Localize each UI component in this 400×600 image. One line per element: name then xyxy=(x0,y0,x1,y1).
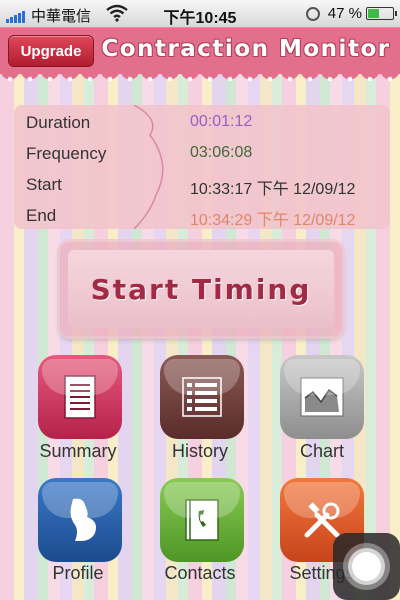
summary-button[interactable] xyxy=(38,355,122,439)
start-timing-button[interactable]: Start Timing xyxy=(68,250,334,328)
battery-icon xyxy=(366,7,397,20)
chart-button[interactable] xyxy=(280,355,364,439)
battery-level xyxy=(368,9,380,18)
status-bar: 中華電信 下午10:45 47 % xyxy=(0,0,400,28)
document-icon xyxy=(64,375,96,419)
app-title: Contraction Monitor xyxy=(101,36,391,62)
start-label: Start xyxy=(26,175,62,194)
history-label[interactable]: History xyxy=(140,441,260,462)
list-icon xyxy=(182,377,222,417)
duration-label: Duration xyxy=(26,113,91,132)
contacts-book-icon xyxy=(185,499,219,541)
belly-silhouette-divider xyxy=(133,105,164,229)
assistive-touch-ring-inner xyxy=(352,552,381,581)
profile-button[interactable] xyxy=(38,478,122,562)
contacts-button[interactable] xyxy=(160,478,244,562)
history-button[interactable] xyxy=(160,355,244,439)
upgrade-button[interactable]: Upgrade xyxy=(8,35,94,67)
battery-percent: 47 % xyxy=(327,5,362,22)
start-timing-frame: Start Timing xyxy=(60,242,342,336)
profile-label[interactable]: Profile xyxy=(18,563,138,584)
frequency-label: Frequency xyxy=(26,144,107,163)
frequency-value: 03:06:08 xyxy=(190,144,253,161)
clock-icon xyxy=(305,6,320,21)
contraction-info-panel: Duration 00:01:12 Frequency 03:06:08 Sta… xyxy=(14,105,390,229)
summary-label[interactable]: Summary xyxy=(18,441,138,462)
contacts-label[interactable]: Contacts xyxy=(140,563,260,584)
area-chart-icon xyxy=(300,377,344,417)
start-value: 10:33:17 下午 12/09/12 xyxy=(190,181,356,198)
pregnant-silhouette-icon xyxy=(70,498,96,541)
status-right: 47 % xyxy=(305,5,397,22)
end-value: 10:34:29 下午 12/09/12 xyxy=(190,212,356,229)
header-scallop-dots xyxy=(0,76,400,82)
chart-label[interactable]: Chart xyxy=(262,441,382,462)
assistive-touch-button[interactable] xyxy=(333,533,400,600)
duration-value: 00:01:12 xyxy=(190,113,253,130)
end-label: End xyxy=(26,206,57,225)
